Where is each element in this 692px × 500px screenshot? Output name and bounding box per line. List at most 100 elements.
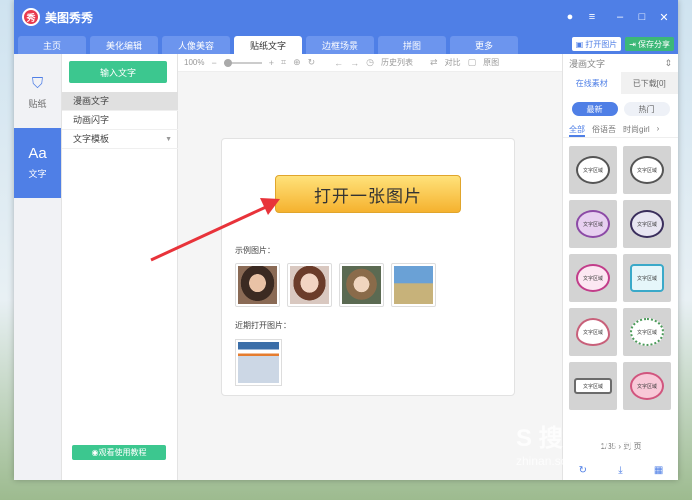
zoom-slider[interactable] xyxy=(223,58,262,67)
zoom-level: 100% xyxy=(184,58,205,67)
sticker-text: 文字区域 xyxy=(630,210,664,238)
welcome-card: 打开一张图片 示例图片： 近期打开图片： xyxy=(221,138,515,396)
minimize-icon[interactable]: – xyxy=(614,11,626,23)
image-icon: ▣ xyxy=(575,39,584,49)
text-panel: 输入文字 漫画文字 动画闪字 文字模板 ▼ ◉ 观看使用教程 xyxy=(62,54,178,480)
crop-icon[interactable]: ⌗ xyxy=(281,57,286,68)
sticker-text: 文字区域 xyxy=(576,264,610,292)
caret-down-icon: ▼ xyxy=(165,136,172,143)
message-icon[interactable]: ● xyxy=(564,11,576,23)
chevron-right-icon[interactable]: › xyxy=(657,124,660,137)
redo-icon[interactable]: → xyxy=(350,58,359,68)
sticker-text: 文字区域 xyxy=(576,210,610,238)
sticker-text: 文字区域 xyxy=(576,318,610,346)
open-image-label: 打开图片 xyxy=(585,39,618,49)
tab-sticker-text[interactable]: 贴纸文字 xyxy=(234,36,302,54)
category-all[interactable]: 全部 xyxy=(569,124,585,137)
material-panel-title: 漫画文字 xyxy=(569,58,606,69)
sticker-item[interactable]: 文字区域 xyxy=(569,200,617,248)
nav-item-sticker[interactable]: ⛉ 贴纸 xyxy=(14,58,61,128)
compare-label[interactable]: 对比 xyxy=(445,57,461,68)
fit-icon[interactable]: ⊕ xyxy=(293,57,301,68)
nav-item-label: 文字 xyxy=(28,169,47,179)
sticker-item[interactable]: 文字区域 xyxy=(623,254,671,302)
history-list[interactable]: 历史列表 xyxy=(381,57,413,68)
app-name: 美图秀秀 xyxy=(45,10,94,25)
zoom-slider-knob[interactable] xyxy=(223,58,232,67)
sticker-text: 文字区域 xyxy=(630,264,664,292)
open-one-image-button[interactable]: 打开一张图片 xyxy=(275,175,461,213)
store-icon[interactable]: ▦ xyxy=(654,465,663,476)
sample-thumbnails xyxy=(235,263,436,307)
canvas-toolbar: 100% − + ⌗ ⊕ ↻ ← → ◷ 历史列表 ⇄ 对比 ▢ 原图 xyxy=(178,54,562,72)
nav-item-text[interactable]: Aa 文字 xyxy=(14,128,61,198)
tab-home[interactable]: 主页 xyxy=(18,36,86,54)
input-text-button[interactable]: 输入文字 xyxy=(69,61,167,83)
tutorial-button[interactable]: ◉ 观看使用教程 xyxy=(72,445,166,460)
sticker-grid: 文字区域 文字区域 文字区域 文字区域 文字区域 文字区域 文字区域 文字区域 … xyxy=(563,138,678,410)
download-icon[interactable]: ⤓ xyxy=(618,465,622,476)
text-icon: Aa xyxy=(28,145,47,162)
chevron-updown-icon[interactable]: ⇕ xyxy=(664,58,672,69)
list-item[interactable]: 漫画文字 xyxy=(62,92,178,111)
rotate-icon[interactable]: ↻ xyxy=(308,57,316,68)
material-categories: 全部 俗语吾 时尚girl › xyxy=(563,124,678,138)
sample-images-label: 示例图片： xyxy=(235,246,275,255)
category-sayings[interactable]: 俗语吾 xyxy=(592,124,616,137)
list-item-label: 文字模板 xyxy=(73,134,110,144)
compare-icon[interactable]: ⇄ xyxy=(430,57,438,68)
tab-frame[interactable]: 边框场景 xyxy=(306,36,374,54)
zoom-out-icon[interactable]: − xyxy=(211,58,216,68)
undo-icon[interactable]: ← xyxy=(334,58,343,68)
sticker-item[interactable]: 文字区域 xyxy=(569,362,617,410)
app-window: 秀 美图秀秀 ● ≡ – □ ✕ 主页 美化编辑 人像美容 贴纸文字 边框场景 … xyxy=(14,0,678,480)
sort-pills: 最新 热门 xyxy=(563,102,678,116)
sticker-item[interactable]: 文字区域 xyxy=(569,308,617,356)
main-tabs: 主页 美化编辑 人像美容 贴纸文字 边框场景 拼图 更多 ▣ 打开图片 ⇥ 保存… xyxy=(14,34,678,54)
save-icon: ⇥ xyxy=(629,39,636,49)
sticker-text: 文字区域 xyxy=(576,156,610,184)
maximize-icon[interactable]: □ xyxy=(636,11,648,23)
watermark-url: zhinan.sogou.com xyxy=(516,454,614,468)
original-label[interactable]: 原图 xyxy=(483,57,499,68)
sticker-item[interactable]: 文字区域 xyxy=(569,254,617,302)
tab-downloaded[interactable]: 已下载[0] xyxy=(620,72,678,94)
list-item[interactable]: 动画闪字 xyxy=(62,111,178,130)
tab-portrait[interactable]: 人像美容 xyxy=(162,36,230,54)
recent-thumbnail[interactable] xyxy=(235,339,282,386)
save-share-label: 保存分享 xyxy=(638,39,670,49)
material-tabs: 在线素材 已下载[0] xyxy=(563,72,678,94)
save-share-button[interactable]: ⇥ 保存分享 xyxy=(625,37,674,51)
sticker-item[interactable]: 文字区域 xyxy=(569,146,617,194)
app-logo: 秀 xyxy=(22,8,40,26)
left-nav: ⛉ 贴纸 Aa 文字 xyxy=(14,54,62,480)
sample-thumbnail[interactable] xyxy=(235,263,280,307)
title-bar: 秀 美图秀秀 ● ≡ – □ ✕ xyxy=(14,0,678,34)
open-image-button[interactable]: ▣ 打开图片 xyxy=(571,37,622,51)
sticker-item[interactable]: 文字区域 xyxy=(623,362,671,410)
zoom-in-icon[interactable]: + xyxy=(269,58,274,68)
tab-more[interactable]: 更多 xyxy=(450,36,518,54)
sticker-item[interactable]: 文字区域 xyxy=(623,308,671,356)
list-item-expandable[interactable]: 文字模板 ▼ xyxy=(62,130,178,149)
menu-icon[interactable]: ≡ xyxy=(586,11,598,23)
tab-collage[interactable]: 拼图 xyxy=(378,36,446,54)
original-image-icon[interactable]: ▢ xyxy=(468,57,477,68)
eye-icon: ◉ xyxy=(91,448,99,457)
sticker-item[interactable]: 文字区域 xyxy=(623,200,671,248)
close-icon[interactable]: ✕ xyxy=(658,11,670,24)
sticker-text: 文字区域 xyxy=(574,378,612,394)
sort-hot[interactable]: 热门 xyxy=(623,102,670,116)
canvas-area: 打开一张图片 示例图片： 近期打开图片： xyxy=(178,72,562,480)
tab-online[interactable]: 在线素材 xyxy=(563,72,621,94)
category-fashion[interactable]: 时尚girl xyxy=(623,124,650,137)
sticker-text: 文字区域 xyxy=(630,318,664,346)
history-icon[interactable]: ◷ xyxy=(366,57,374,68)
sticker-text: 文字区域 xyxy=(630,156,664,184)
sample-thumbnail[interactable] xyxy=(391,263,436,307)
tab-beautify[interactable]: 美化编辑 xyxy=(90,36,158,54)
sample-thumbnail[interactable] xyxy=(339,263,384,307)
sort-latest[interactable]: 最新 xyxy=(571,102,618,116)
sticker-item[interactable]: 文字区域 xyxy=(623,146,671,194)
sample-thumbnail[interactable] xyxy=(287,263,332,307)
